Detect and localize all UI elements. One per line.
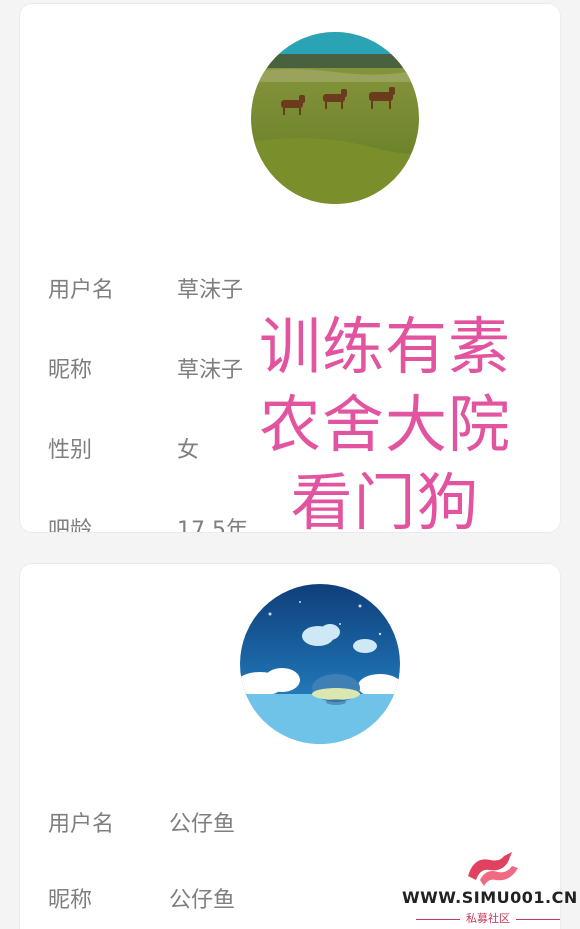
overlay-caption: 训练有素 农舍大院 看门狗 <box>250 308 520 542</box>
field-label: 吧龄 <box>48 518 93 532</box>
field-row-username: 用户名 公仔鱼 <box>20 800 560 840</box>
field-row-username: 用户名 草沫子 <box>20 266 560 306</box>
field-label: 用户名 <box>48 278 115 303</box>
overlay-line: 训练有素 <box>258 310 511 383</box>
overlay-line: 农舍大院 <box>258 388 511 461</box>
avatar[interactable] <box>251 32 419 204</box>
overlay-line: 看门狗 <box>290 466 480 539</box>
watermark-site: WWW.SIMU001.CN <box>402 888 578 907</box>
avatar[interactable] <box>240 584 400 744</box>
avatar-horses-grassland-icon <box>251 32 419 204</box>
field-value: 女 <box>177 438 200 463</box>
watermark-subtitle: 私募社区 <box>402 910 574 926</box>
field-value: 草沫子 <box>177 278 244 303</box>
field-value: 17.5年 <box>177 518 248 532</box>
field-label: 昵称 <box>48 358 93 383</box>
field-label: 用户名 <box>48 812 115 837</box>
page: 用户名 草沫子 昵称 草沫子 性别 女 吧龄 17.5年 用户名 公仔鱼 昵称 … <box>0 0 580 929</box>
watermark: WWW.SIMU001.CN 私募社区 <box>402 842 578 926</box>
field-value: 草沫子 <box>177 358 244 383</box>
simu-logo-icon <box>468 852 518 886</box>
field-label: 昵称 <box>48 888 93 913</box>
field-value: 公仔鱼 <box>169 812 236 837</box>
avatar-cartoon-whale-sky-icon <box>240 584 400 744</box>
field-label: 性别 <box>48 438 93 463</box>
field-value: 公仔鱼 <box>169 888 236 913</box>
